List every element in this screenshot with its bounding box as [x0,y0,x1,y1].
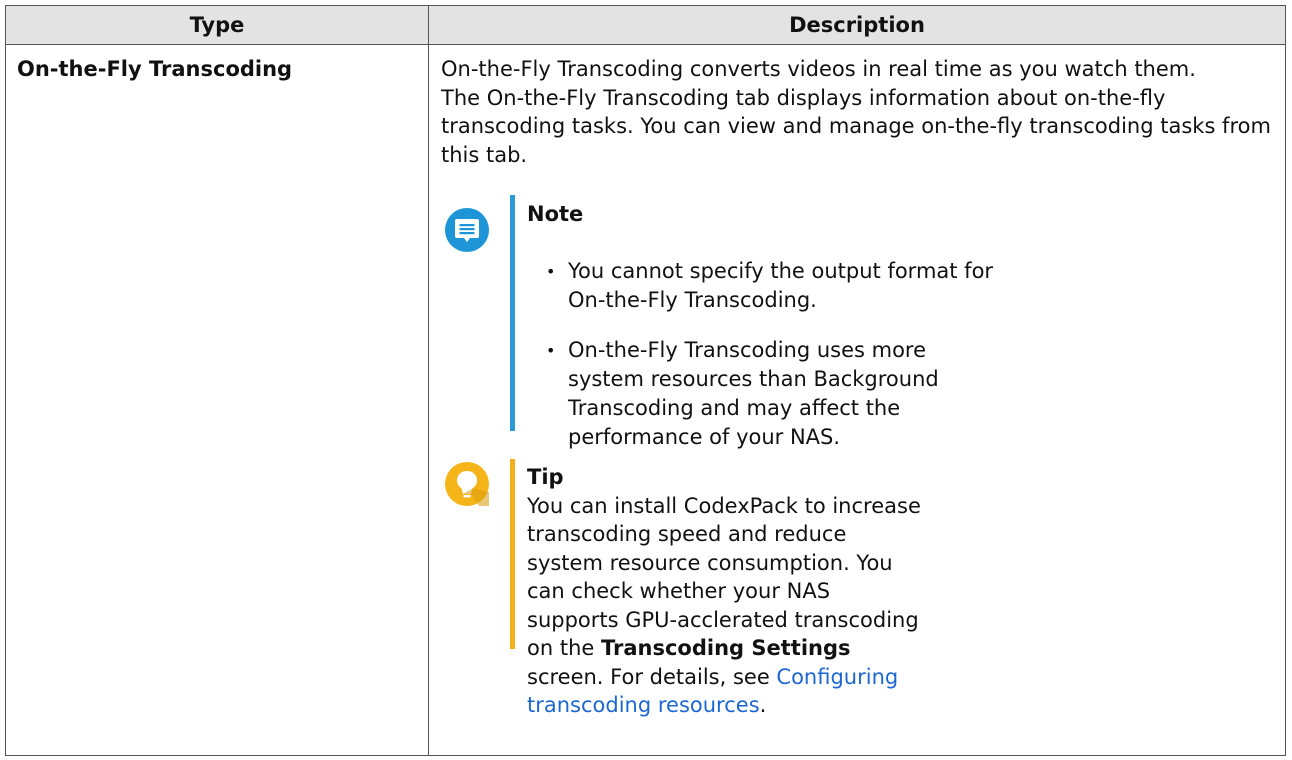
note-item-text: On-the-Fly Transcoding uses more system … [568,338,939,449]
type-cell: On-the-Fly Transcoding [5,44,429,756]
list-item: • You cannot specify the output format f… [546,257,1006,315]
column-header-description: Description [428,5,1286,45]
table-header-row: Type Description [5,5,1286,45]
note-list: • You cannot specify the output format f… [546,257,1006,452]
note-item-text: You cannot specify the output format for… [568,259,994,312]
tip-period: . [759,693,767,717]
tip-content: Tip You can install CodexPack to increase… [527,463,927,720]
description-paragraph: On-the-Fly Transcoding converts videos i… [441,57,1196,81]
note-accent-bar [510,195,515,431]
bullet-icon: • [546,341,556,360]
lightbulb-icon [445,462,489,506]
list-item: • On-the-Fly Transcoding uses more syste… [546,336,1006,452]
description-paragraph: The On-the-Fly Transcoding tab displays … [441,85,1271,167]
description-cell: On-the-Fly Transcoding converts videos i… [428,44,1286,756]
tip-callout: Tip You can install CodexPack to increase… [441,459,1273,717]
bullet-icon: • [546,262,556,281]
tip-text: screen. For details, see [527,664,777,689]
transcoding-types-table: Type Description On-the-Fly Transcoding … [5,5,1286,756]
column-header-type: Type [5,5,429,45]
table-row: On-the-Fly Transcoding On-the-Fly Transc… [5,44,1286,756]
tip-accent-bar [510,459,515,649]
note-icon [445,208,489,252]
tip-title: Tip [527,465,564,489]
note-callout: Note • You cannot specify the output for… [441,195,1273,449]
note-title: Note [527,202,584,226]
transcoding-settings-label: Transcoding Settings [600,636,851,660]
